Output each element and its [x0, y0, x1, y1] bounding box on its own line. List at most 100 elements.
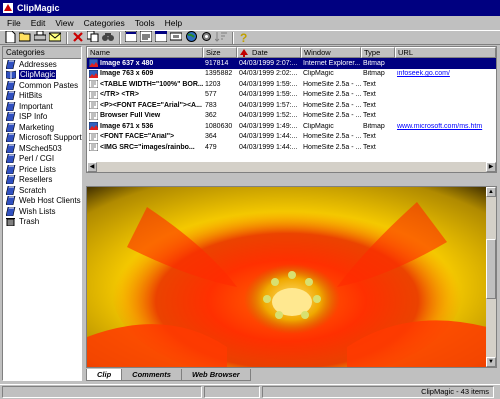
category-label: Web Host Clients [19, 196, 81, 206]
category-item[interactable]: Resellers [3, 174, 81, 186]
clip-url-cell[interactable]: infoseek.go.com/ [395, 70, 496, 77]
clip-preview: ▲ ▼ [86, 186, 497, 368]
category-item[interactable]: Microsoft Support [3, 132, 82, 144]
clip-row[interactable]: <FONT FACE="Arial"> 364 04/03/1999 1:44:..… [87, 132, 496, 143]
book-icon [5, 80, 16, 91]
flower-image [87, 187, 487, 367]
clip-size-cell: 1080630 [205, 122, 233, 130]
menu-bar: File Edit View Categories Tools Help [0, 16, 500, 30]
menu-tools[interactable]: Tools [130, 18, 160, 28]
clip-row[interactable]: <P><FONT FACE="Arial"><A... 783 04/03/1999… [87, 100, 496, 111]
text-clip-icon [88, 90, 99, 99]
category-item[interactable]: Important [3, 101, 81, 112]
toolbar-separator [119, 31, 121, 44]
view-button[interactable] [124, 30, 138, 44]
category-label: Wish Lists [19, 206, 56, 216]
clip-row[interactable]: Browser Full View 362 04/03/1999 1:52:... H… [87, 111, 496, 122]
clip-row[interactable]: Image 671 x 536 1080630 04/03/1999 1:49:..… [87, 121, 496, 132]
category-item[interactable]: Scratch [3, 185, 81, 196]
clip-name: <P><FONT FACE="Arial"><A... [100, 101, 202, 109]
book-icon [5, 174, 16, 185]
column-date[interactable]: Date [237, 47, 301, 58]
find-button[interactable] [101, 32, 115, 44]
scroll-thumb[interactable] [486, 239, 496, 299]
category-item[interactable]: Addresses [3, 59, 81, 70]
clip-size-cell: 364 [205, 133, 217, 141]
category-item[interactable]: Common Pastes [3, 80, 81, 91]
category-item[interactable]: MSched503 [3, 143, 81, 154]
delete-button[interactable] [71, 31, 85, 44]
clip-row[interactable]: </TR> <TR> 577 04/03/1999 1:59:... HomeSite… [87, 90, 496, 101]
tab-clip[interactable]: Clip [86, 369, 123, 381]
horizontal-scrollbar[interactable]: ◀ ▶ [87, 162, 496, 172]
column-header-row: Name Size Date Window Type URL [87, 47, 496, 58]
clip-row[interactable]: Image 637 x 480 917814 04/03/1999 2:07:...… [87, 58, 496, 69]
scroll-right-icon[interactable]: ▶ [486, 162, 496, 172]
clip-row[interactable]: <TABLE WIDTH="100%" BOR... 1203 04/03/1999… [87, 79, 496, 90]
book-icon [5, 206, 16, 217]
clip-row[interactable]: <IMG SRC="images/rainbo... 479 04/03/1999 … [87, 142, 496, 153]
vertical-scrollbar[interactable]: ▲ ▼ [486, 187, 496, 367]
category-item[interactable]: Trash [3, 217, 81, 228]
delete-icon [73, 31, 83, 44]
column-size[interactable]: Size [203, 47, 237, 58]
menu-help[interactable]: Help [160, 18, 187, 28]
copy-button[interactable] [86, 30, 100, 44]
web-icon [185, 31, 197, 44]
clip-type-cell: Text [363, 101, 376, 109]
window-button[interactable] [154, 30, 168, 44]
scroll-up-icon[interactable]: ▲ [486, 187, 496, 197]
new-button[interactable] [3, 30, 17, 44]
settings-button[interactable] [199, 32, 213, 44]
menu-file[interactable]: File [2, 18, 26, 28]
category-item[interactable]: Wish Lists [3, 206, 81, 217]
mail-icon [48, 32, 62, 44]
clip-date-cell: 04/03/1999 1:44:... [239, 133, 298, 141]
open-button[interactable] [18, 32, 32, 44]
menu-edit[interactable]: Edit [26, 18, 51, 28]
web-button[interactable] [184, 31, 198, 44]
open-icon [18, 31, 31, 44]
clip-type-cell: Text [363, 133, 376, 141]
print-button[interactable] [33, 30, 47, 44]
help-button[interactable]: ? [237, 31, 251, 45]
properties-button[interactable] [139, 30, 153, 44]
menu-view[interactable]: View [50, 18, 78, 28]
clip-list: Name Size Date Window Type URL Image 637… [86, 46, 497, 173]
clip-window-cell: HomeSite 2.5a - ... [303, 91, 361, 99]
category-item[interactable]: Web Host Clients [3, 195, 81, 207]
category-item[interactable]: ISP Info [3, 111, 81, 123]
category-item[interactable]: HitBits [3, 90, 81, 102]
clip-size-cell: 479 [205, 143, 217, 151]
column-url[interactable]: URL [395, 47, 496, 58]
category-item[interactable]: Marketing [3, 122, 81, 133]
clip-name-cell: <FONT FACE="Arial"> [87, 132, 203, 141]
clip-date-cell: 04/03/1999 1:52:... [239, 112, 298, 120]
book-icon [5, 153, 16, 164]
column-name[interactable]: Name [87, 47, 203, 58]
clip-url-cell[interactable]: www.microsoft.com/ms.htm [395, 123, 496, 130]
column-date-label: Date [252, 48, 268, 57]
category-item[interactable]: Perl / CGI [3, 153, 81, 165]
sort-button[interactable] [214, 32, 228, 44]
tab-comments[interactable]: Comments [121, 369, 182, 381]
clip-window-cell: HomeSite 2.5a - ... [303, 133, 361, 141]
capture-button[interactable] [169, 32, 183, 44]
column-window[interactable]: Window [301, 47, 361, 58]
clip-date-cell: 04/03/1999 1:49:... [239, 122, 298, 130]
clip-name: </TR> <TR> [100, 91, 139, 99]
clip-row[interactable]: Image 763 x 609 1395882 04/03/1999 2:02:..… [87, 69, 496, 80]
menu-categories[interactable]: Categories [79, 18, 130, 28]
clip-date-cell: 04/03/1999 1:59:... [239, 80, 298, 88]
column-type[interactable]: Type [361, 47, 395, 58]
window-title: ClipMagic [17, 3, 60, 13]
mail-button[interactable] [48, 32, 62, 44]
preview-tabs: Clip Comments Web Browser [86, 369, 251, 381]
scroll-left-icon[interactable]: ◀ [87, 162, 97, 172]
category-item[interactable]: Price Lists [3, 164, 81, 175]
clip-date-cell: 04/03/1999 1:44:... [239, 143, 298, 151]
category-item[interactable]: ClipMagic [3, 70, 81, 81]
scroll-down-icon[interactable]: ▼ [486, 357, 496, 367]
book-icon [5, 90, 16, 101]
tab-web-browser[interactable]: Web Browser [180, 369, 251, 381]
